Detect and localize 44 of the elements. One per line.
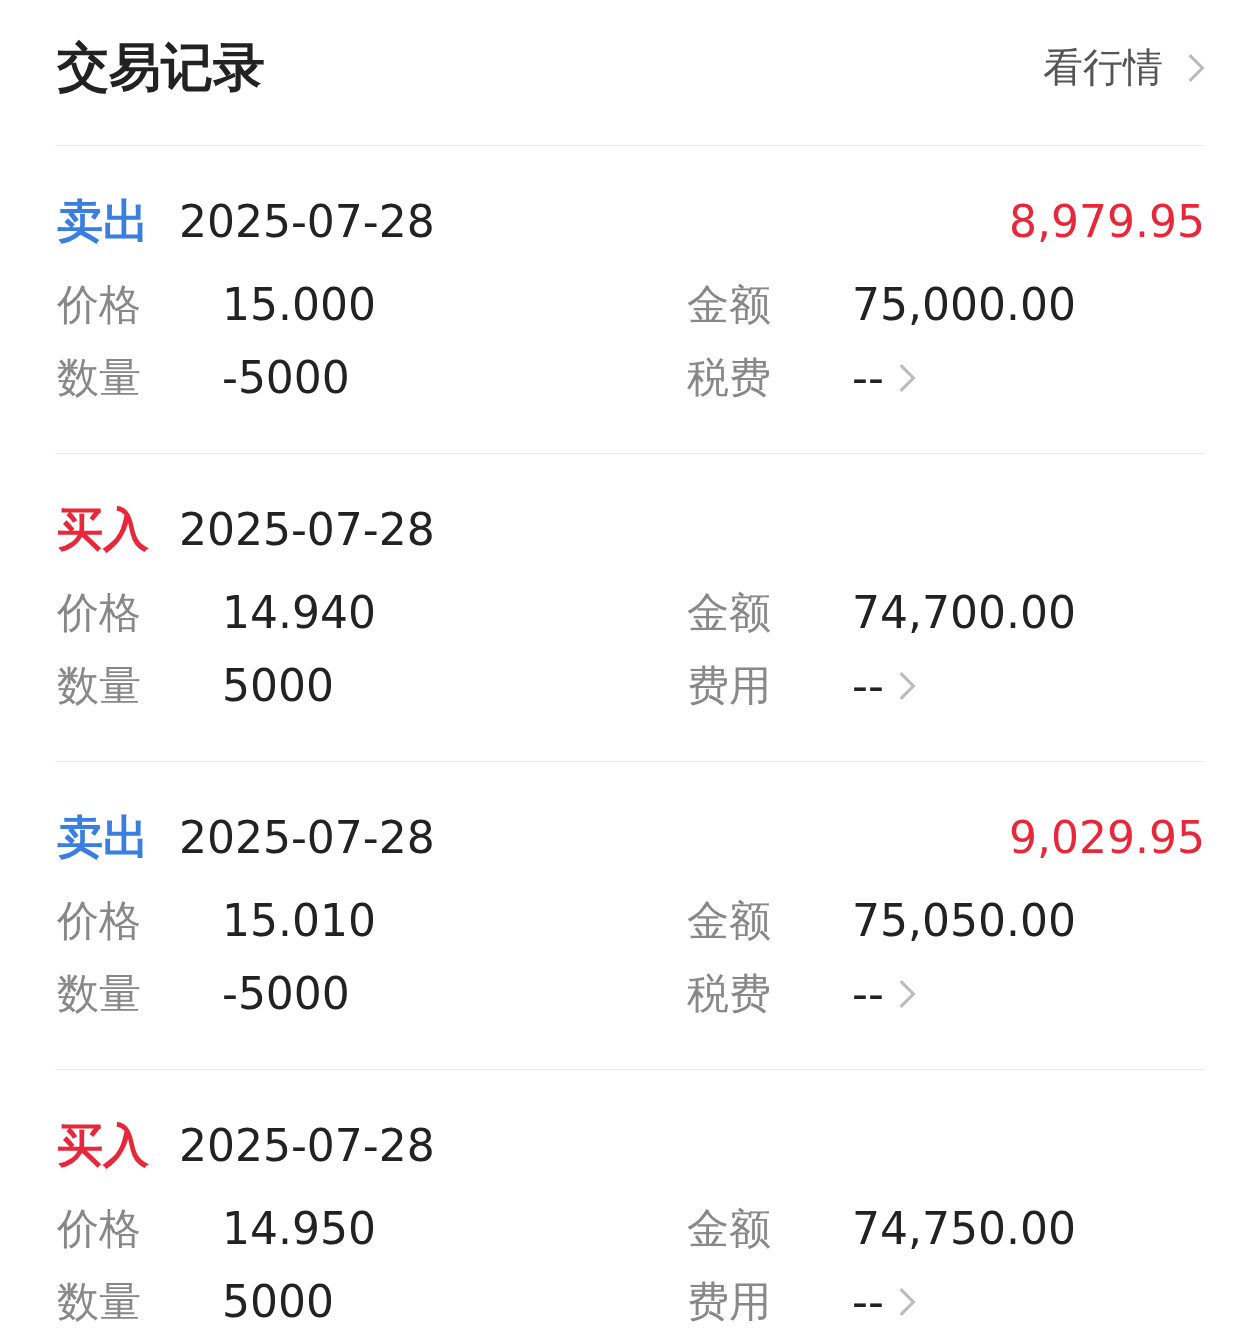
field-label: 价格 bbox=[57, 894, 142, 947]
field-label: 税费 bbox=[687, 967, 772, 1020]
field-value: 75,000.00 bbox=[852, 279, 1076, 330]
field-value: 15.000 bbox=[222, 279, 376, 330]
field-label: 价格 bbox=[57, 278, 142, 331]
field-value: -5000 bbox=[222, 968, 350, 1019]
trade-date: 2025-07-28 bbox=[179, 196, 435, 247]
field-label: 金额 bbox=[687, 894, 772, 947]
field-value: 74,750.00 bbox=[852, 1203, 1076, 1254]
trade-type: 卖出 bbox=[57, 808, 149, 866]
market-link[interactable]: 看行情 bbox=[1043, 40, 1205, 95]
field-label: 金额 bbox=[687, 1202, 772, 1255]
field-value: 74,700.00 bbox=[852, 587, 1076, 638]
fee-link[interactable]: -- bbox=[852, 660, 916, 711]
field-value: 14.940 bbox=[222, 587, 376, 638]
fee-link[interactable]: -- bbox=[852, 352, 916, 403]
field-value: 5000 bbox=[222, 1276, 334, 1327]
page-title: 交易记录 bbox=[57, 35, 265, 99]
field-value: -5000 bbox=[222, 352, 350, 403]
field-label: 数量 bbox=[57, 659, 142, 712]
field-label: 数量 bbox=[57, 1275, 142, 1328]
fee-link[interactable]: -- bbox=[852, 1276, 916, 1327]
field-label: 费用 bbox=[687, 1275, 772, 1328]
trade-date: 2025-07-28 bbox=[179, 812, 435, 863]
field-value: 75,050.00 bbox=[852, 895, 1076, 946]
field-label: 价格 bbox=[57, 1202, 142, 1255]
field-label: 税费 bbox=[687, 351, 772, 404]
field-label: 数量 bbox=[57, 351, 142, 404]
field-value: 14.950 bbox=[222, 1203, 376, 1254]
field-value: 15.010 bbox=[222, 895, 376, 946]
trade-type: 卖出 bbox=[57, 192, 149, 250]
field-value: 5000 bbox=[222, 660, 334, 711]
profit-value: 8,979.95 bbox=[1009, 196, 1205, 247]
trade-date: 2025-07-28 bbox=[179, 1120, 435, 1171]
trade-date: 2025-07-28 bbox=[179, 504, 435, 555]
profit-value: 9,029.95 bbox=[1009, 812, 1205, 863]
field-label: 金额 bbox=[687, 586, 772, 639]
field-label: 金额 bbox=[687, 278, 772, 331]
field-label: 数量 bbox=[57, 967, 142, 1020]
field-label: 价格 bbox=[57, 586, 142, 639]
field-label: 费用 bbox=[687, 659, 772, 712]
fee-link[interactable]: -- bbox=[852, 968, 916, 1019]
trade-type: 买入 bbox=[57, 1116, 149, 1174]
trade-type: 买入 bbox=[57, 500, 149, 558]
